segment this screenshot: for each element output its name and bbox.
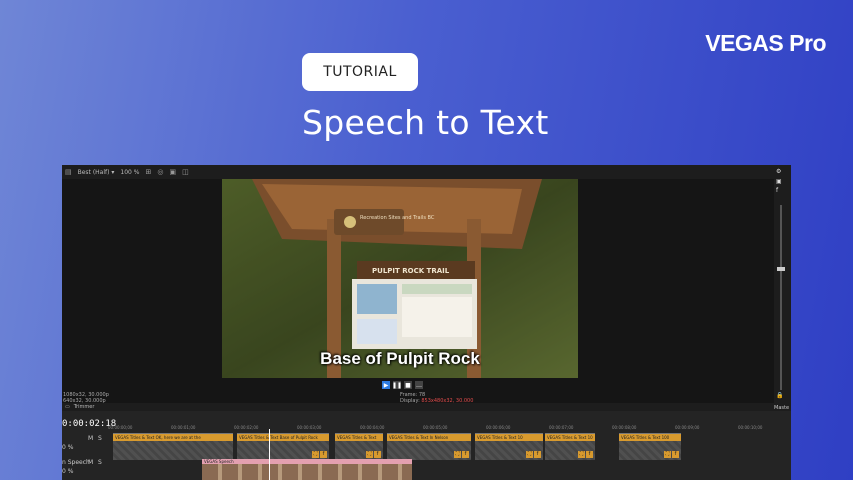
crop-icon[interactable]: ⛶	[366, 451, 373, 458]
track-name: n Speech	[62, 459, 90, 466]
fx-icon[interactable]: f	[374, 451, 381, 458]
crop-icon[interactable]: ⛶	[454, 451, 461, 458]
ruler-tick: 00:00:06;00	[486, 425, 511, 430]
trimmer-icon[interactable]: ▭	[65, 404, 70, 410]
playhead[interactable]	[269, 429, 270, 480]
mute-button[interactable]: M	[88, 459, 93, 466]
zoom-dropdown[interactable]: 100 %	[120, 169, 139, 176]
title-clip[interactable]: VEGAS Titles & Text 100 ⛶ f	[619, 433, 681, 460]
fx-icon[interactable]: f	[586, 451, 593, 458]
track-level: 0 %	[62, 468, 74, 475]
pause-icon[interactable]: ❚❚	[392, 381, 402, 389]
clip-label: VEGAS Titles & Text 10	[475, 434, 543, 441]
right-panel: ⚙ ▣ f 🔒 Maste	[774, 165, 791, 411]
crop-icon[interactable]: ⛶	[578, 451, 585, 458]
preview-settings-icon[interactable]: ▤	[65, 168, 72, 176]
gear-icon[interactable]: ⚙	[776, 169, 782, 175]
transport-controls: ▶ ❚❚ ■ …	[382, 381, 423, 389]
page-title: Speech to Text	[302, 103, 549, 142]
vegas-app-window: ▤ Best (Half) ▾ 100 % ⊞ ◎ ▣ ◫ Recreation…	[62, 165, 791, 480]
play-icon[interactable]: ▶	[382, 381, 390, 389]
sign-top-text: Recreation Sites and Trails BC	[360, 215, 435, 221]
title-clip[interactable]: VEGAS Titles & Text ⛶ f	[335, 433, 383, 460]
clip-label: VEGAS Titles & Text OK, here we are at t…	[113, 434, 233, 441]
solo-button[interactable]: S	[98, 459, 102, 466]
fx-icon[interactable]: f	[672, 451, 679, 458]
ruler-tick: 00:00:04;00	[360, 425, 385, 430]
solo-button[interactable]: S	[98, 435, 102, 442]
mute-button[interactable]: M	[88, 435, 93, 442]
fx-icon[interactable]: f	[534, 451, 541, 458]
crop-icon[interactable]: ⛶	[312, 451, 319, 458]
audio-clip[interactable]: VEGAS Speech	[202, 459, 412, 480]
subtitle-caption: Base of Pulpit Rock	[320, 349, 480, 368]
titles-track: VEGAS Titles & Text OK, here we are at t…	[109, 433, 791, 460]
title-clip[interactable]: VEGAS Titles & Text 10 ⛶ f	[545, 433, 595, 460]
fx-icon[interactable]: f	[320, 451, 327, 458]
crop-icon[interactable]: ⛶	[526, 451, 533, 458]
video-preview: Recreation Sites and Trails BC PULPIT RO…	[222, 179, 578, 378]
title-clip[interactable]: VEGAS Titles & Text 10 ⛶ f	[475, 433, 543, 460]
trimmer-tab[interactable]: Trimmer	[74, 404, 95, 410]
ruler-tick: 00:00:03;00	[297, 425, 322, 430]
clip-label: VEGAS Titles & Text	[335, 434, 383, 441]
ruler-tick: 00:00:07;00	[549, 425, 574, 430]
title-clip[interactable]: VEGAS Titles & Text OK, here we are at t…	[113, 433, 233, 460]
audio-clip-thumbnails	[202, 464, 412, 480]
master-volume-slider[interactable]	[780, 205, 782, 390]
ruler-tick: 00:00:10;00	[738, 425, 763, 430]
track-level: 0 %	[62, 444, 74, 451]
clip-label: VEGAS Titles & Text 100	[619, 434, 681, 441]
grid-icon[interactable]: ⊞	[145, 168, 151, 176]
ruler-tick: 00:00:01;00	[171, 425, 196, 430]
ruler-tick: 00:00:05;00	[423, 425, 448, 430]
tutorial-tag: TUTORIAL	[302, 53, 418, 91]
copy-snapshot-icon[interactable]: ▣	[169, 168, 176, 176]
fx-icon[interactable]: ▣	[776, 179, 782, 185]
fx-icon[interactable]: f	[462, 451, 469, 458]
title-clip[interactable]: VEGAS Titles & Text In Nelson ⛶ f	[387, 433, 471, 460]
timeline: 0:00:02:18 00:00:00;00 00:00:01;00 00:00…	[62, 411, 791, 480]
trimmer-bar: ▭ Trimmer	[62, 403, 774, 411]
ruler-tick: 00:00:02;00	[234, 425, 259, 430]
overlay-icon[interactable]: ◎	[157, 168, 163, 176]
preview-toolbar: ▤ Best (Half) ▾ 100 % ⊞ ◎ ▣ ◫	[62, 165, 774, 179]
ruler-tick: 00:00:09;00	[675, 425, 700, 430]
fx-label-icon[interactable]: f	[776, 188, 782, 194]
timeline-ruler[interactable]: 00:00:00;00 00:00:01;00 00:00:02;00 00:0…	[108, 425, 791, 433]
clip-label: VEGAS Titles & Text 10	[545, 434, 595, 441]
crop-icon[interactable]: ⛶	[664, 451, 671, 458]
lock-icon[interactable]: 🔒	[776, 393, 783, 399]
quality-dropdown[interactable]: Best (Half) ▾	[78, 169, 115, 176]
brand-logo: VEGAS Pro	[705, 30, 826, 56]
clip-label: VEGAS Titles & Text In Nelson	[387, 434, 471, 441]
stop-icon[interactable]: ■	[404, 381, 412, 389]
clip-label: VEGAS Titles & Text Base of Pulpit Rock	[237, 434, 329, 441]
ruler-tick: 00:00:08;00	[612, 425, 637, 430]
more-icon[interactable]: …	[415, 381, 423, 389]
save-snapshot-icon[interactable]: ◫	[182, 168, 189, 176]
title-clip[interactable]: VEGAS Titles & Text Base of Pulpit Rock …	[237, 433, 329, 460]
volume-thumb[interactable]	[777, 267, 785, 271]
sign-title-text: PULPIT ROCK TRAIL	[372, 267, 450, 275]
ruler-tick: 00:00:00;00	[108, 425, 133, 430]
